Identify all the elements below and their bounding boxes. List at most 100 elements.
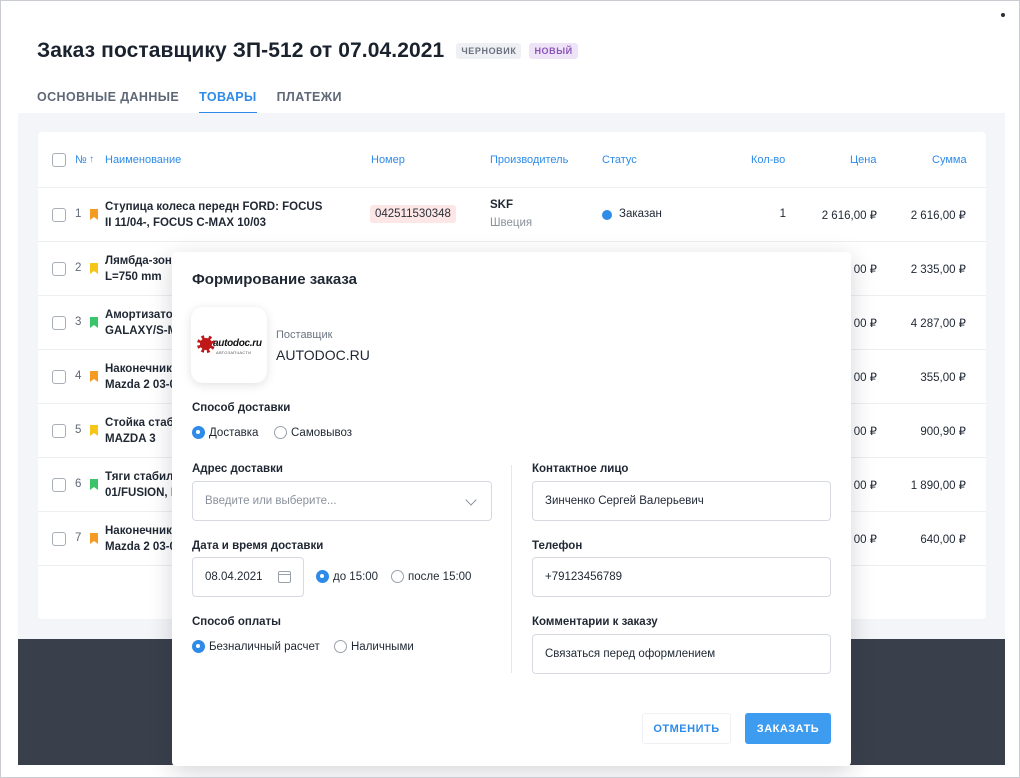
radio-label: Безналичный расчет [209, 640, 320, 653]
row-qty: 1 [779, 208, 786, 220]
address-label: Адрес доставки [192, 463, 283, 475]
logo-subtitle: АВТОЗАПЧАСТИ [216, 350, 252, 355]
bookmark-icon [90, 209, 98, 220]
delivery-method-label: Способ доставки [192, 402, 291, 414]
radio-label: Самовывоз [291, 426, 353, 439]
col-status[interactable]: Статус [602, 154, 637, 166]
status-badge-new: новый [529, 43, 578, 59]
cancel-button[interactable]: Отменить [642, 713, 731, 744]
col-sum[interactable]: Сумма [932, 154, 967, 166]
row-price: 00 ₽ [853, 372, 877, 384]
app-window: Заказ поставщику ЗП-512 от 07.04.2021 че… [0, 0, 1020, 778]
row-price: 00 ₽ [853, 426, 877, 438]
column-divider [511, 465, 512, 673]
radio-cashless[interactable]: Безналичный расчет [192, 640, 320, 653]
col-num[interactable]: № [75, 154, 87, 166]
row-checkbox[interactable] [52, 316, 66, 330]
radio-unchecked-icon [391, 570, 404, 583]
bookmark-icon [90, 371, 98, 382]
logo-wordmark: autodoc.ru [213, 338, 262, 349]
row-country: Швеция [490, 217, 533, 229]
date-field[interactable]: 08.04.2021 [192, 557, 304, 597]
comment-field[interactable]: Связаться перед оформлением [532, 634, 831, 674]
radio-cash[interactable]: Наличными [334, 640, 414, 653]
order-modal: Формирование заказа autodoc.ru АВТОЗАПЧА… [172, 252, 851, 766]
radio-before-15[interactable]: до 15:00 [316, 570, 378, 583]
row-sum: 1 890,00 ₽ [910, 480, 966, 492]
calendar-icon[interactable] [278, 571, 291, 583]
row-number: 1 [75, 208, 82, 220]
order-button[interactable]: Заказать [745, 713, 831, 744]
col-qty[interactable]: Кол-во [751, 154, 785, 166]
row-status: Заказан [619, 208, 662, 220]
row-part-number: 042511530348 [370, 205, 456, 223]
table-header: № ↑ Наименование Номер Производитель Ста… [38, 132, 986, 188]
row-sum: 355,00 ₽ [920, 372, 966, 384]
chevron-down-icon [465, 494, 477, 506]
address-select[interactable]: Введите или выберите... [192, 481, 492, 521]
row-sum: 2 616,00 ₽ [910, 210, 966, 222]
col-name[interactable]: Наименование [105, 154, 181, 166]
bookmark-icon [90, 425, 98, 436]
phone-value: +79123456789 [545, 571, 623, 583]
radio-checked-icon [192, 426, 205, 439]
col-number[interactable]: Номер [371, 154, 405, 166]
status-badge-draft: черновик [456, 43, 522, 59]
radio-label: до 15:00 [333, 570, 379, 583]
row-sum: 4 287,00 ₽ [910, 318, 966, 330]
radio-label: Наличными [351, 640, 414, 653]
row-checkbox[interactable] [52, 208, 66, 222]
contact-field[interactable]: Зинченко Сергей Валерьевич [532, 481, 831, 521]
radio-checked-icon [192, 640, 205, 653]
row-checkbox[interactable] [52, 532, 66, 546]
row-number: 5 [75, 424, 82, 436]
bookmark-icon [90, 317, 98, 328]
select-all-checkbox[interactable] [52, 153, 66, 167]
radio-delivery[interactable]: Доставка [192, 426, 258, 439]
tab-goods[interactable]: Товары [199, 90, 257, 114]
sort-asc-icon[interactable]: ↑ [89, 154, 94, 165]
row-price: 00 ₽ [853, 534, 877, 546]
date-value: 08.04.2021 [205, 571, 263, 583]
radio-after-15[interactable]: после 15:00 [391, 570, 471, 583]
phone-label: Телефон [532, 540, 583, 552]
tabs: Основные данные Товары Платежи [37, 90, 342, 114]
supplier-name: AUTODOC.RU [276, 347, 370, 363]
row-sum: 2 335,00 ₽ [910, 264, 966, 276]
row-checkbox[interactable] [52, 370, 66, 384]
radio-label: после 15:00 [408, 570, 472, 583]
more-icon[interactable] [1001, 13, 1005, 17]
row-sum: 900,90 ₽ [920, 426, 966, 438]
row-price: 00 ₽ [853, 318, 877, 330]
row-price: 2 616,00 ₽ [821, 210, 877, 222]
comment-value: Связаться перед оформлением [545, 648, 716, 660]
address-placeholder: Введите или выберите... [205, 495, 337, 507]
comment-label: Комментарии к заказу [532, 616, 658, 628]
tab-main-data[interactable]: Основные данные [37, 90, 179, 114]
row-checkbox[interactable] [52, 478, 66, 492]
col-manufacturer[interactable]: Производитель [490, 154, 568, 166]
row-checkbox[interactable] [52, 424, 66, 438]
row-name: Ступица колеса передн FORD: FOCUS II 11/… [105, 201, 323, 229]
bookmark-icon [90, 533, 98, 544]
radio-pickup[interactable]: Самовывоз [274, 426, 352, 439]
table-row[interactable]: 1 Ступица колеса передн FORD: FOCUS II 1… [38, 188, 986, 242]
payment-label: Способ оплаты [192, 616, 281, 628]
datetime-label: Дата и время доставки [192, 540, 324, 552]
contact-value: Зинченко Сергей Валерьевич [545, 495, 704, 507]
row-number: 2 [75, 262, 82, 274]
radio-unchecked-icon [334, 640, 347, 653]
col-price[interactable]: Цена [850, 154, 876, 166]
row-number: 7 [75, 532, 82, 544]
status-dot-icon [602, 210, 612, 220]
row-number: 4 [75, 370, 82, 382]
supplier-label: Поставщик [276, 329, 333, 341]
phone-field[interactable]: +79123456789 [532, 557, 831, 597]
radio-unchecked-icon [274, 426, 287, 439]
row-price: 00 ₽ [853, 264, 877, 276]
row-checkbox[interactable] [52, 262, 66, 276]
tab-payments[interactable]: Платежи [277, 90, 342, 114]
bookmark-icon [90, 263, 98, 274]
radio-checked-icon [316, 570, 329, 583]
row-number: 6 [75, 478, 82, 490]
